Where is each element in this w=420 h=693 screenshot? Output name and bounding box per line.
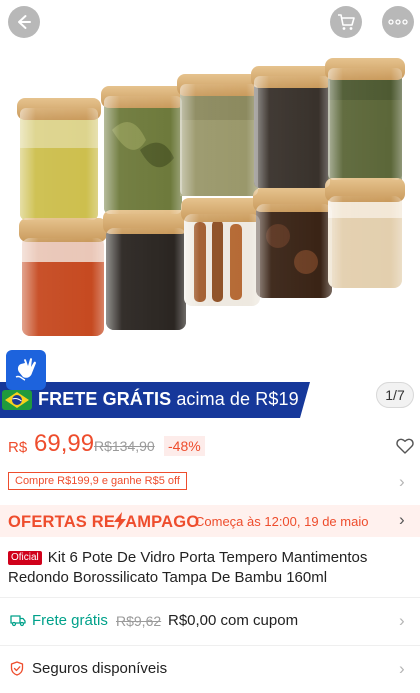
discount-badge: -48% [164,436,205,456]
banner-text: FRETE GRÁTIS acima de R$19 [38,389,299,409]
image-counter: 1/7 [376,382,414,408]
price-original: R$134,90 [94,438,155,454]
cart-button[interactable] [330,6,362,38]
shipping-row[interactable]: Frete grátis R$9,62 R$0,00 com cupom › [0,598,420,644]
more-button[interactable] [382,6,414,38]
back-arrow-icon [18,15,31,29]
coupon-chip[interactable]: Compre R$199,9 e ganhe R$5 off [8,472,187,490]
shipping-label: Frete grátis [32,612,108,629]
chevron-right-icon: › [399,472,405,491]
insurance-label: Seguros disponíveis [32,660,168,677]
top-bar: Kit 6 Pote De Vidro Porta Tempero Mantim… [0,0,420,44]
sign-language-icon [15,358,36,381]
product-image-gallery[interactable] [0,0,420,420]
free-shipping-banner: FRETE GRÁTIS acima de R$19 [0,382,310,418]
more-icon [388,19,408,25]
price-currency: R$ [8,439,28,456]
product-title-text: Kit 6 Pote De Vidro Porta Tempero Mantim… [8,549,368,586]
shipping-new-price: R$0,00 com cupom [168,612,299,629]
chevron-right-icon: › [399,611,405,630]
coupon-row[interactable]: Compre R$199,9 e ganhe R$5 off › [8,472,412,492]
cart-icon [338,14,355,30]
insurance-row[interactable]: Seguros disponíveis › [0,646,420,692]
heart-icon[interactable] [396,438,414,454]
product-photo [0,0,420,420]
truck-icon [10,615,26,627]
shipping-old-price: R$9,62 [116,613,162,629]
product-title: Oficial Kit 6 Pote De Vidro Porta Tempero… [8,548,408,588]
shield-icon [10,661,24,676]
price-row: R$ 69,99 R$134,90 -48% [8,430,414,460]
flash-sale-time: Começa às 12:00, 19 de maio [195,514,369,529]
page-title: Kit 6 Pote De Vidro Porta Tempero Mantim… [58,11,320,31]
price-current: 69,99 [34,430,95,457]
flash-sale-title: OFERTAS RE AMPAGO [8,512,200,531]
brazil-flag-icon [2,390,32,410]
back-button[interactable] [8,6,40,38]
official-badge: Oficial [8,551,42,565]
flash-sale-bar[interactable]: OFERTAS RE AMPAGO Começa às 12:00, 19 de … [0,505,420,537]
chevron-right-icon: › [399,659,405,678]
accessibility-button[interactable] [6,350,46,390]
chevron-right-icon: › [399,510,405,529]
